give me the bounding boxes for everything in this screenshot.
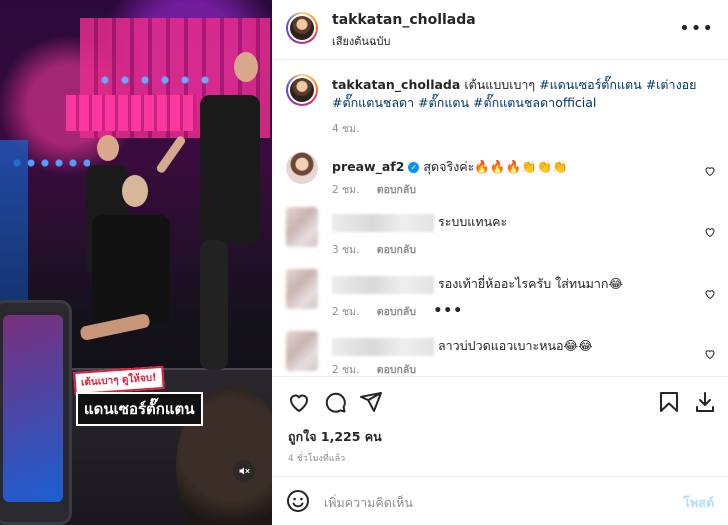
caption-username[interactable]: takkatan_chollada bbox=[332, 77, 460, 92]
download-button[interactable] bbox=[692, 389, 718, 415]
post-video[interactable]: เต้นเบาๆ ดูให้จบ! แดนเซอร์ตั๊กแตน bbox=[0, 0, 272, 525]
author-username[interactable]: takkatan_chollada bbox=[332, 12, 476, 28]
post-timestamp: 4 ชั่วโมงที่แล้ว bbox=[288, 454, 346, 464]
comment-input[interactable] bbox=[324, 489, 654, 515]
hashtag[interactable]: #ตั๊กแตนชลดาofficial bbox=[473, 95, 596, 110]
comment-text: รองเท้ายี่ห้ออะไรครับ ใส่ทนมาก😂 bbox=[332, 274, 623, 294]
video-overlay-title: แดนเซอร์ตั๊กแตน bbox=[76, 392, 203, 426]
commenter-username-blurred[interactable] bbox=[332, 213, 434, 232]
caption-avatar[interactable] bbox=[286, 74, 318, 106]
reply-button[interactable]: ตอบกลับ bbox=[377, 306, 416, 318]
hashtag[interactable]: #แดนเซอร์ตั๊กแตน bbox=[539, 77, 642, 92]
comment-meta: 2 ชม. ตอบกลับ bbox=[332, 181, 430, 198]
comment-button[interactable] bbox=[322, 389, 348, 415]
share-button[interactable] bbox=[358, 389, 384, 415]
download-icon bbox=[696, 392, 714, 412]
reply-button[interactable]: ตอบกลับ bbox=[377, 244, 416, 256]
commenter-avatar[interactable] bbox=[286, 207, 318, 247]
comment-like-button[interactable] bbox=[704, 223, 716, 242]
hashtag[interactable]: #เต่างอย bbox=[646, 77, 697, 92]
heart-icon bbox=[705, 350, 715, 360]
original-audio-link[interactable]: เสียงต้นฉบับ bbox=[332, 32, 390, 50]
comment-text: ลาวบ่ปวดแอวเบาะหนอ😂😂 bbox=[332, 336, 593, 356]
reply-button[interactable]: ตอบกลับ bbox=[377, 364, 416, 376]
likes-count[interactable]: ถูกใจ 1,225 คน bbox=[288, 427, 382, 447]
comment-timestamp: 2 ชม. bbox=[332, 306, 360, 318]
paper-plane-icon bbox=[360, 392, 382, 412]
caption-text: takkatan_chollada เต้นแบบเบาๆ #แดนเซอร์ตั… bbox=[332, 76, 712, 112]
comment-meta: 2 ชม. ตอบกลับ ••• bbox=[332, 303, 477, 320]
heart-icon bbox=[705, 290, 715, 300]
comment-timestamp: 3 ชม. bbox=[332, 244, 360, 256]
commenter-username-blurred[interactable] bbox=[332, 337, 434, 356]
bookmark-icon bbox=[660, 392, 678, 412]
comment-text: preaw_af2 ✓ สุดจริงค่ะ🔥🔥🔥👏👏👏 bbox=[332, 157, 568, 177]
comment-body: สุดจริงค่ะ🔥🔥🔥👏👏👏 bbox=[423, 159, 568, 174]
commenter-avatar[interactable] bbox=[286, 269, 318, 309]
smiley-icon bbox=[287, 490, 309, 512]
heart-icon bbox=[705, 167, 715, 177]
save-button[interactable] bbox=[656, 389, 682, 415]
mute-button[interactable] bbox=[233, 460, 255, 482]
post-comment-button[interactable]: โพสต์ bbox=[683, 493, 714, 513]
post-panel: takkatan_chollada เสียงต้นฉบับ ••• takka… bbox=[272, 0, 728, 525]
hashtag[interactable]: #ตั๊กแตนชลดา bbox=[332, 95, 414, 110]
speaker-muted-icon bbox=[239, 467, 250, 475]
comment-like-button[interactable] bbox=[704, 162, 716, 181]
caption-timestamp: 4 ชม. bbox=[332, 123, 360, 135]
comment-timestamp: 2 ชม. bbox=[332, 364, 360, 376]
commenter-avatar[interactable] bbox=[286, 152, 318, 184]
comment-item: preaw_af2 ✓ สุดจริงค่ะ🔥🔥🔥👏👏👏 2 ชม. ตอบกลับ bbox=[272, 152, 728, 212]
emoji-button[interactable] bbox=[286, 489, 312, 515]
comment-body: ลาวบ่ปวดแอวเบาะหนอ😂😂 bbox=[438, 338, 593, 353]
post-header: takkatan_chollada เสียงต้นฉบับ ••• bbox=[272, 0, 728, 60]
comment-body: รองเท้ายี่ห้ออะไรครับ ใส่ทนมาก😂 bbox=[438, 276, 624, 291]
reply-button[interactable]: ตอบกลับ bbox=[377, 184, 416, 196]
comment-like-button[interactable] bbox=[704, 345, 716, 364]
author-avatar[interactable] bbox=[286, 12, 318, 44]
post-actions: ถูกใจ 1,225 คน 4 ชั่วโมงที่แล้ว bbox=[272, 376, 728, 476]
comment-more-button[interactable]: ••• bbox=[433, 303, 463, 319]
comment-item: รองเท้ายี่ห้ออะไรครับ ใส่ทนมาก😂 2 ชม. ตอ… bbox=[272, 269, 728, 329]
add-comment-bar: โพสต์ bbox=[272, 476, 728, 525]
heart-icon bbox=[705, 228, 715, 238]
comment-meta: 3 ชม. ตอบกลับ bbox=[332, 241, 430, 258]
heart-icon bbox=[289, 394, 309, 413]
hashtag[interactable]: #ตั๊กแตน bbox=[418, 95, 469, 110]
comment-body: ระบบแทนคะ bbox=[438, 214, 508, 229]
comment-item: ระบบแทนคะ 3 ชม. ตอบกลับ bbox=[272, 207, 728, 267]
comment-like-button[interactable] bbox=[704, 285, 716, 304]
commenter-username[interactable]: preaw_af2 bbox=[332, 159, 404, 174]
comment-text: ระบบแทนคะ bbox=[332, 212, 507, 232]
caption-body: เต้นแบบเบาๆ bbox=[464, 77, 536, 92]
comment-timestamp: 2 ชม. bbox=[332, 184, 360, 196]
more-options-button[interactable]: ••• bbox=[679, 18, 714, 39]
video-frame bbox=[0, 0, 272, 525]
commenter-username-blurred[interactable] bbox=[332, 275, 434, 294]
comment-bubble-icon bbox=[325, 392, 346, 413]
like-button[interactable] bbox=[286, 389, 312, 415]
commenter-avatar[interactable] bbox=[286, 331, 318, 371]
verified-badge-icon: ✓ bbox=[408, 162, 420, 173]
